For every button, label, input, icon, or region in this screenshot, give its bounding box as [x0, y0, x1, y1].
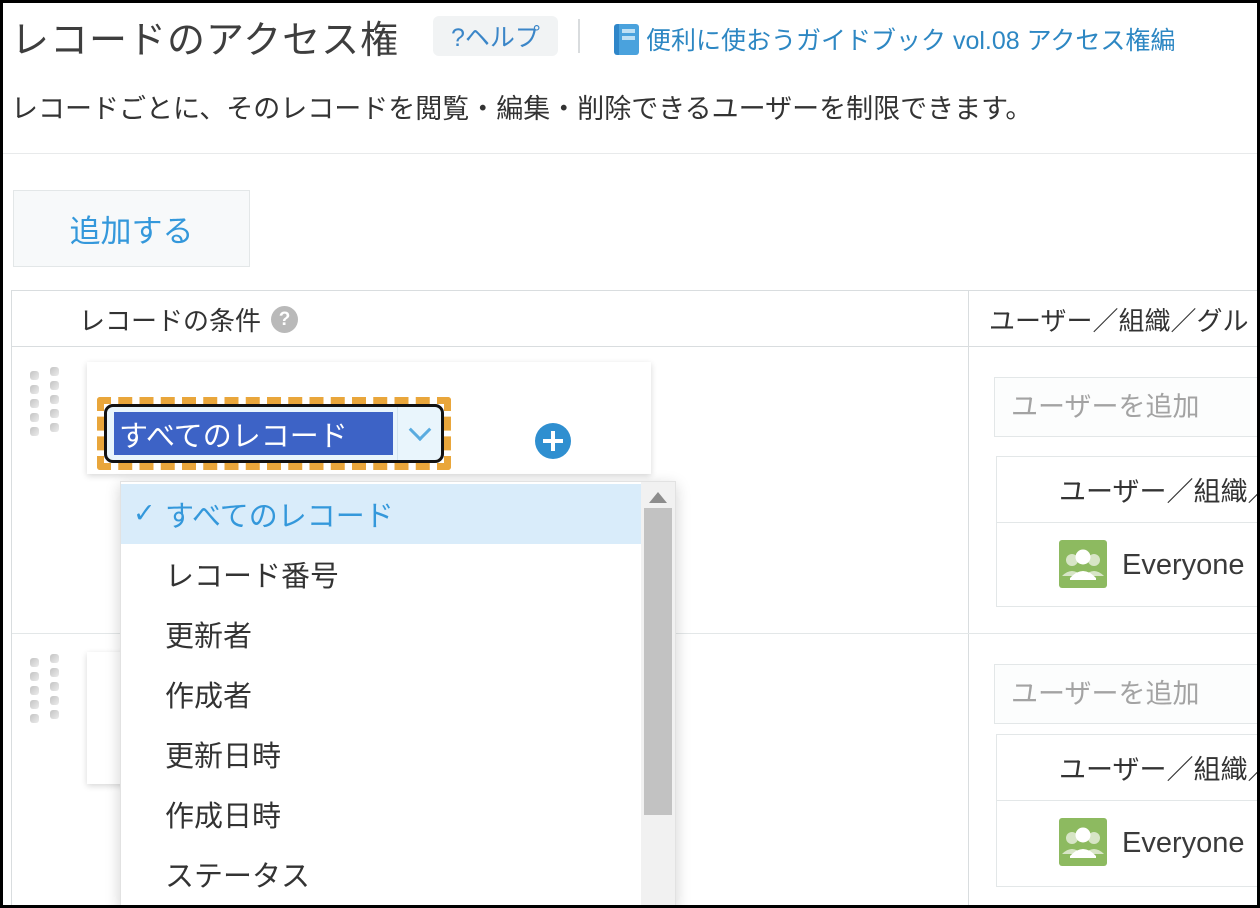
table-header-row: レコードの条件 ? ユーザー／組織／グル — [12, 291, 1257, 347]
dropdown-item[interactable]: 作成日時 — [121, 784, 641, 844]
page-title: レコードのアクセス権 — [11, 9, 399, 64]
question-icon[interactable]: ? — [271, 306, 298, 333]
dropdown-item[interactable]: レコード番号 — [121, 544, 641, 604]
guidebook-link[interactable]: 便利に使おうガイドブック vol.08 アクセス権編 — [614, 21, 1175, 57]
dropdown-list: ✓ すべてのレコード レコード番号 更新者 作成者 更新日時 作成日時 ステータ… — [121, 482, 641, 907]
chevron-down-icon — [408, 418, 431, 441]
book-icon — [614, 24, 639, 55]
users-column-header: ユーザー／組織／グル — [989, 291, 1248, 347]
entity-box: ユーザー／組織／グループ Everyone — [996, 734, 1260, 887]
condition-field-select[interactable]: すべてのレコード — [104, 404, 444, 463]
scrollbar-thumb[interactable] — [644, 508, 672, 815]
dropdown-item[interactable]: 作成者 — [121, 664, 641, 724]
group-icon — [1059, 818, 1107, 866]
user-search-input[interactable] — [994, 377, 1260, 437]
dropdown-item[interactable]: ステータス — [121, 844, 641, 904]
page-description: レコードごとに、そのレコードを閲覧・編集・削除できるユーザーを制限できます。 — [11, 87, 1032, 126]
add-permission-button[interactable]: 追加する — [13, 190, 250, 267]
condition-card: すべてのレコード — [87, 362, 651, 474]
entity-box-header: ユーザー／組織／グループ — [997, 735, 1260, 801]
condition-select-focus-ring: すべてのレコード — [97, 397, 451, 470]
condition-select-value: すべてのレコード — [114, 412, 393, 455]
entity-name: Everyone — [1122, 801, 1245, 885]
condition-column-header: レコードの条件 ? — [79, 291, 298, 347]
record-permissions-screen: レコードのアクセス権 ?ヘルプ 便利に使おうガイドブック vol.08 アクセス… — [0, 0, 1260, 908]
drag-handle-icon[interactable] — [30, 371, 66, 437]
select-chevron-zone[interactable] — [397, 407, 441, 460]
section-divider — [3, 153, 1257, 154]
user-search-input[interactable] — [994, 664, 1260, 724]
dropdown-scrollbar[interactable] — [641, 482, 675, 907]
drag-handle-icon[interactable] — [30, 658, 66, 724]
entity-row: Everyone — [997, 523, 1260, 607]
add-condition-button[interactable] — [535, 423, 571, 459]
group-icon — [1059, 540, 1107, 588]
entity-box: ユーザー／組織／グループ Everyone — [996, 456, 1260, 607]
check-icon: ✓ — [133, 498, 156, 529]
dropdown-item[interactable]: 更新者 — [121, 604, 641, 664]
header-divider — [578, 19, 580, 53]
scroll-up-icon[interactable] — [649, 492, 667, 503]
guidebook-link-label: 便利に使おうガイドブック vol.08 アクセス権編 — [646, 21, 1175, 57]
entity-name: Everyone — [1122, 523, 1245, 607]
dropdown-item[interactable]: ✓ すべてのレコード — [121, 484, 641, 544]
help-link[interactable]: ?ヘルプ — [433, 16, 558, 56]
entity-row: Everyone — [997, 801, 1260, 885]
entity-box-header: ユーザー／組織／グループ — [997, 457, 1260, 523]
dropdown-item[interactable]: 更新日時 — [121, 724, 641, 784]
condition-dropdown: ✓ すべてのレコード レコード番号 更新者 作成者 更新日時 作成日時 ステータ… — [120, 481, 676, 908]
